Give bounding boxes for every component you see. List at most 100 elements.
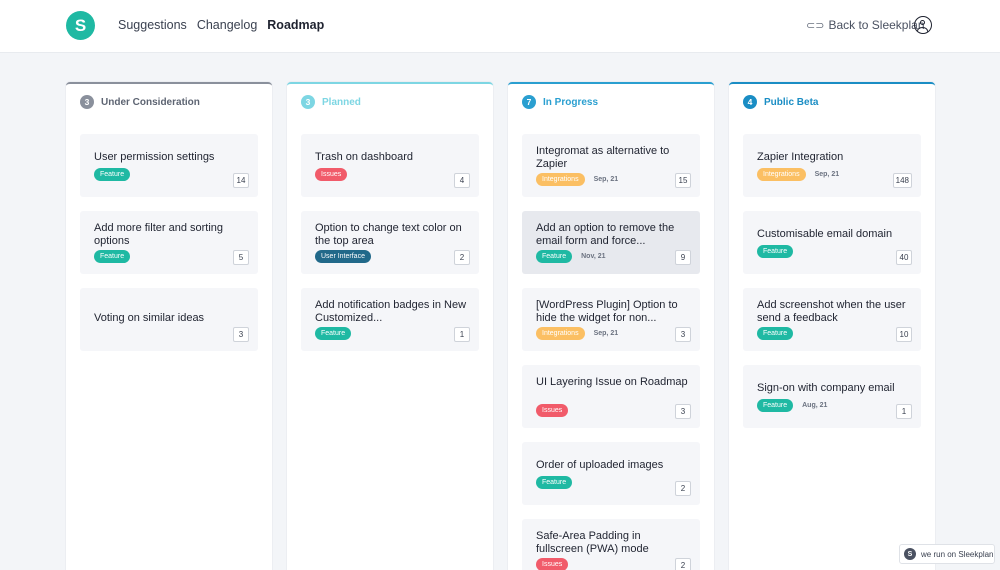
link-icon: ⊂⊃ bbox=[806, 19, 825, 32]
card-date: Sep, 21 bbox=[814, 171, 840, 178]
card-title: Sign-on with company email bbox=[757, 382, 895, 394]
card-title: Order of uploaded images bbox=[536, 459, 664, 471]
vote-count[interactable]: 5 bbox=[233, 250, 249, 265]
roadmap-card[interactable]: Zapier Integration Integrations Sep, 21 148 bbox=[743, 134, 921, 197]
card-title: Safe-Area Padding in fullscreen (PWA) mo… bbox=[536, 530, 649, 555]
category-tag: Integrations bbox=[536, 327, 585, 340]
card-meta: Feature bbox=[94, 250, 131, 263]
roadmap-card[interactable]: Add notification badges in New Customize… bbox=[301, 288, 479, 351]
vote-count[interactable]: 3 bbox=[675, 404, 691, 419]
roadmap-card[interactable]: Add an option to remove the email form a… bbox=[522, 211, 700, 274]
card-meta: Feature Aug, 21 bbox=[757, 399, 827, 412]
card-title: User permission settings bbox=[94, 151, 215, 163]
card-meta: Feature bbox=[757, 245, 794, 258]
roadmap-column: 7 In Progress Integromat as alternative to… bbox=[508, 82, 714, 570]
vote-count[interactable]: 15 bbox=[675, 173, 691, 188]
card-title: Voting on similar ideas bbox=[94, 312, 205, 324]
category-tag: Feature bbox=[757, 245, 794, 258]
nav-roadmap[interactable]: Roadmap bbox=[267, 18, 324, 32]
powered-by-badge[interactable]: S we run on Sleekplan bbox=[899, 544, 995, 564]
roadmap-card[interactable]: Voting on similar ideas 3 bbox=[80, 288, 258, 351]
column-title: Planned bbox=[322, 96, 361, 108]
column-header: 3 Planned bbox=[301, 95, 361, 109]
user-account-icon[interactable] bbox=[914, 16, 932, 34]
nav-changelog[interactable]: Changelog bbox=[197, 18, 257, 32]
vote-count[interactable]: 9 bbox=[675, 250, 691, 265]
card-meta: Feature bbox=[536, 476, 573, 489]
category-tag: Feature bbox=[536, 250, 573, 263]
category-tag: Feature bbox=[757, 399, 794, 412]
vote-count[interactable]: 1 bbox=[454, 327, 470, 342]
card-title: Add more filter and sorting options bbox=[94, 222, 224, 247]
top-navigation-bar: S Suggestions Changelog Roadmap ⊂⊃ Back … bbox=[0, 0, 1000, 53]
card-title: Add notification badges in New Customize… bbox=[315, 299, 467, 324]
card-title: Zapier Integration bbox=[757, 151, 844, 163]
roadmap-card[interactable]: Add more filter and sorting options Featu… bbox=[80, 211, 258, 274]
badge-label: we run on Sleekplan bbox=[921, 549, 994, 559]
back-label: Back to Sleekplan bbox=[828, 18, 925, 32]
column-count-badge: 4 bbox=[743, 95, 757, 109]
card-meta: Issues bbox=[536, 558, 569, 570]
vote-count[interactable]: 10 bbox=[896, 327, 912, 342]
card-meta: User Interface bbox=[315, 250, 371, 263]
vote-count[interactable]: 1 bbox=[896, 404, 912, 419]
card-title: Option to change text color on the top a… bbox=[315, 222, 462, 247]
column-count-badge: 3 bbox=[80, 95, 94, 109]
nav-suggestions[interactable]: Suggestions bbox=[118, 18, 187, 32]
card-date: Sep, 21 bbox=[593, 330, 619, 337]
roadmap-card[interactable]: Add screenshot when the user send a feed… bbox=[743, 288, 921, 351]
card-meta: Issues bbox=[315, 168, 348, 181]
column-header: 3 Under Consideration bbox=[80, 95, 200, 109]
card-title: Trash on dashboard bbox=[315, 151, 414, 163]
vote-count[interactable]: 2 bbox=[454, 250, 470, 265]
card-date: Aug, 21 bbox=[802, 402, 828, 409]
vote-count[interactable]: 40 bbox=[896, 250, 912, 265]
roadmap-column: 3 Planned Trash on dashboard Issues 4 Option … bbox=[287, 82, 493, 570]
roadmap-card[interactable]: Order of uploaded images Feature 2 bbox=[522, 442, 700, 505]
column-title: In Progress bbox=[543, 96, 599, 108]
vote-count[interactable]: 4 bbox=[454, 173, 470, 188]
card-title: Integromat as alternative to Zapier bbox=[536, 145, 670, 170]
vote-count[interactable]: 148 bbox=[892, 173, 912, 188]
vote-count[interactable]: 2 bbox=[675, 558, 691, 570]
roadmap-column: 4 Public Beta Zapier Integration Integratio… bbox=[729, 82, 935, 570]
category-tag: Issues bbox=[536, 558, 569, 570]
vote-count[interactable]: 2 bbox=[675, 481, 691, 496]
category-tag: Integrations bbox=[536, 173, 585, 186]
vote-count[interactable]: 3 bbox=[675, 327, 691, 342]
card-meta: Integrations Sep, 21 bbox=[536, 173, 618, 186]
sleekplan-logo[interactable]: S bbox=[66, 11, 95, 40]
roadmap-card[interactable]: Trash on dashboard Issues 4 bbox=[301, 134, 479, 197]
vote-count[interactable]: 3 bbox=[233, 327, 249, 342]
category-tag: Feature bbox=[315, 327, 352, 340]
card-meta: Integrations Sep, 21 bbox=[757, 168, 839, 181]
card-date: Sep, 21 bbox=[593, 176, 619, 183]
roadmap-card[interactable]: Customisable email domain Feature 40 bbox=[743, 211, 921, 274]
sleekplan-badge-icon: S bbox=[904, 548, 916, 560]
main-nav: Suggestions Changelog Roadmap bbox=[118, 18, 334, 32]
column-title: Under Consideration bbox=[101, 96, 200, 108]
card-title: [WordPress Plugin] Option to hide the wi… bbox=[536, 299, 678, 324]
column-header: 4 Public Beta bbox=[743, 95, 818, 109]
roadmap-card[interactable]: Option to change text color on the top a… bbox=[301, 211, 479, 274]
card-meta: Feature Nov, 21 bbox=[536, 250, 606, 263]
roadmap-card[interactable]: Sign-on with company email Feature Aug, 21… bbox=[743, 365, 921, 428]
card-meta: Integrations Sep, 21 bbox=[536, 327, 618, 340]
card-meta: Feature bbox=[315, 327, 352, 340]
category-tag: Issues bbox=[315, 168, 348, 181]
category-tag: User Interface bbox=[315, 250, 371, 263]
roadmap-card[interactable]: UI Layering Issue on Roadmap Issues 3 bbox=[522, 365, 700, 428]
category-tag: Feature bbox=[757, 327, 794, 340]
vote-count[interactable]: 14 bbox=[233, 173, 249, 188]
card-title: Customisable email domain bbox=[757, 228, 893, 240]
back-to-sleekplan-link[interactable]: ⊂⊃ Back to Sleekplan bbox=[806, 18, 925, 32]
card-date: Nov, 21 bbox=[581, 253, 606, 260]
roadmap-card[interactable]: User permission settings Feature 14 bbox=[80, 134, 258, 197]
roadmap-card[interactable]: [WordPress Plugin] Option to hide the wi… bbox=[522, 288, 700, 351]
card-title: UI Layering Issue on Roadmap bbox=[536, 376, 688, 388]
roadmap-card[interactable]: Safe-Area Padding in fullscreen (PWA) mo… bbox=[522, 519, 700, 570]
roadmap-card[interactable]: Integromat as alternative to Zapier Integ… bbox=[522, 134, 700, 197]
roadmap-column: 3 Under Consideration User permission sett… bbox=[66, 82, 272, 570]
category-tag: Issues bbox=[536, 404, 569, 417]
category-tag: Feature bbox=[94, 250, 131, 263]
